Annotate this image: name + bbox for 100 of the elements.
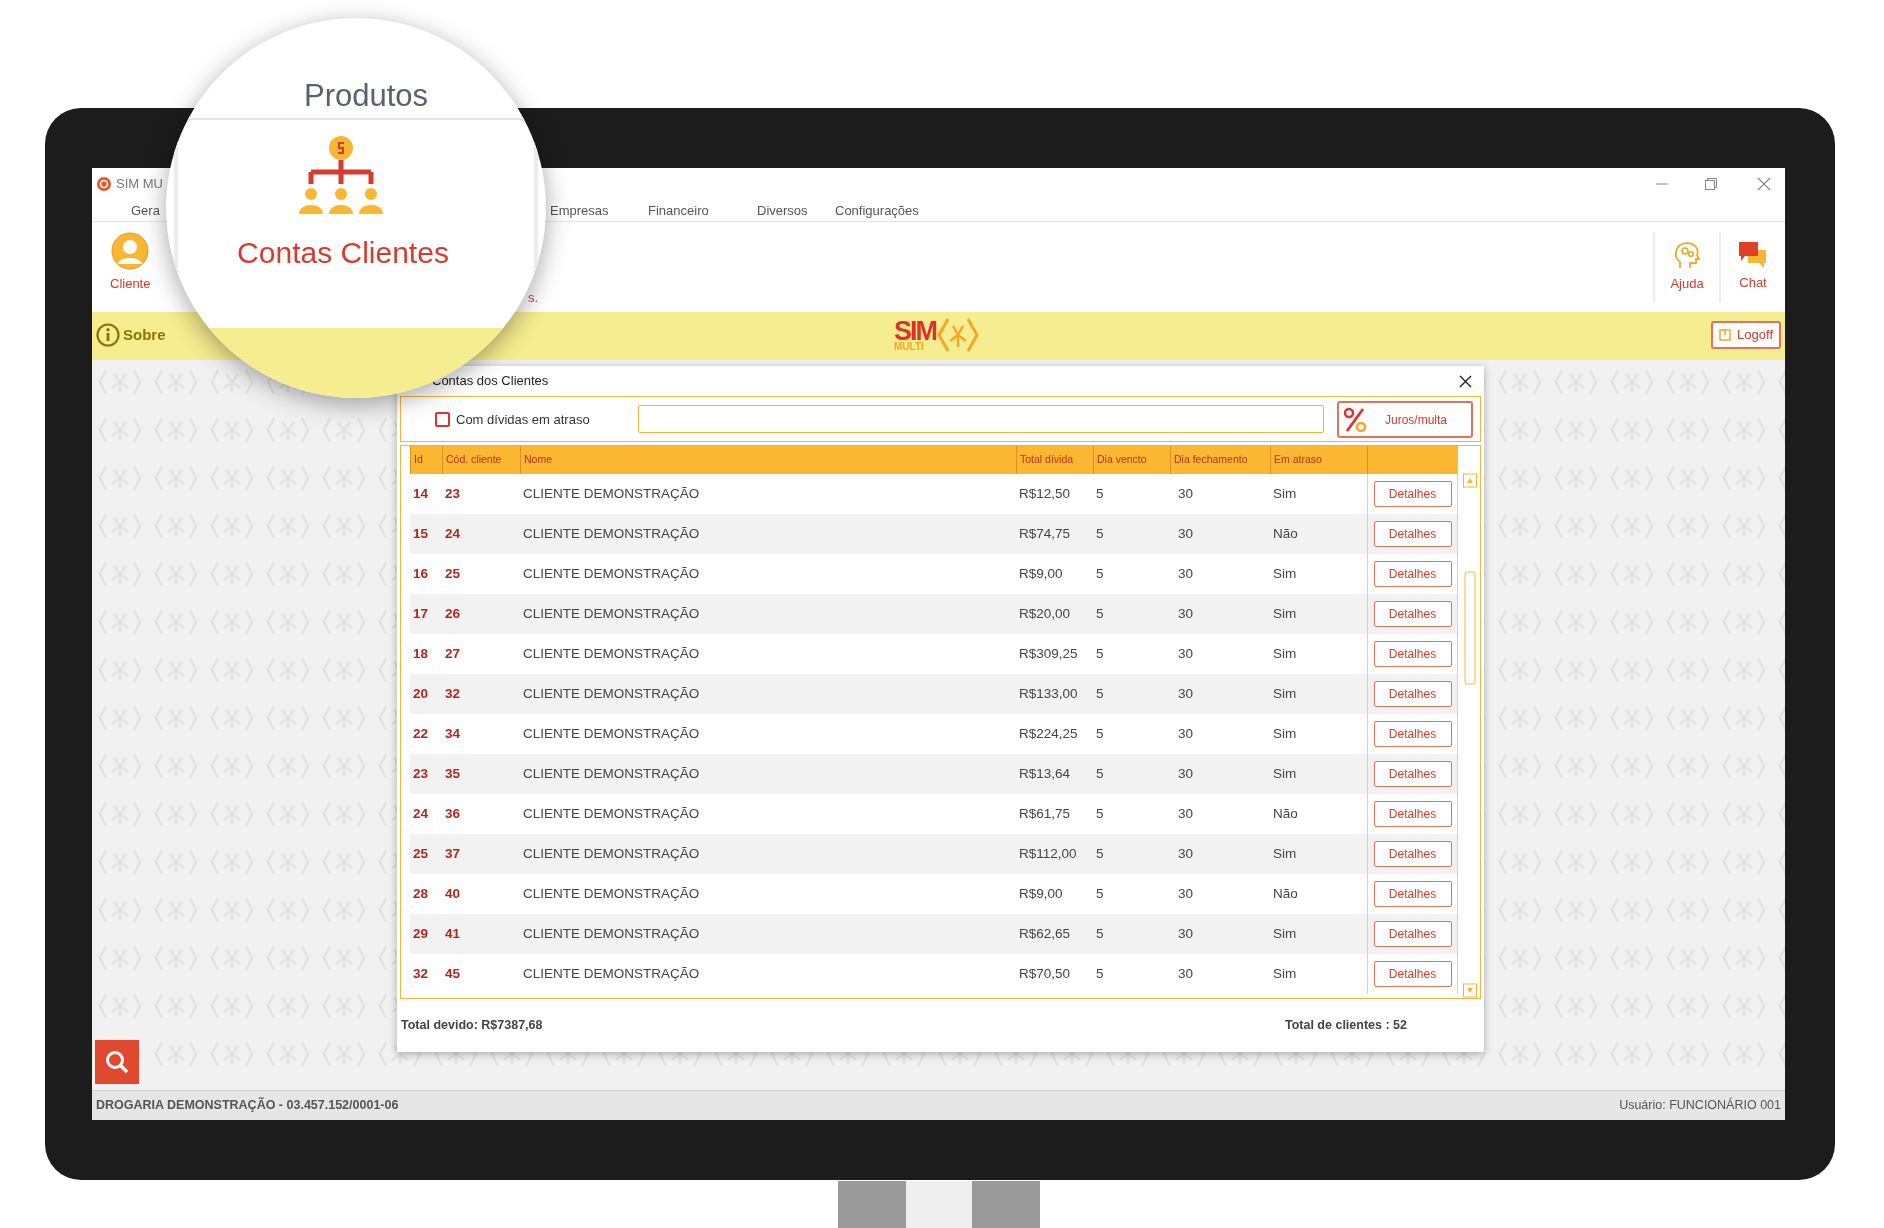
menu-item[interactable]: Financeiro (648, 200, 709, 221)
table-cell-text: 16 (412, 564, 430, 583)
table-cell-text: 20 (412, 684, 430, 703)
details-button[interactable]: Detalhes (1373, 841, 1452, 867)
table-cell-text: 5 (1095, 564, 1105, 583)
table-cell-text: CLIENTE DEMONSTRAÇÃO (522, 924, 701, 943)
menu-item[interactable]: Diversos (757, 200, 808, 221)
about-button[interactable]: Sobre (96, 323, 166, 347)
restore-icon[interactable] (1705, 178, 1717, 190)
table-cell-text: Sim (1272, 924, 1298, 943)
scrollbar[interactable] (1462, 472, 1478, 998)
details-button[interactable]: Detalhes (1373, 521, 1452, 547)
company-text: DROGARIA DEMONSTRAÇÃO - 03.457.152/0001-06 (96, 1096, 399, 1115)
details-button[interactable]: Detalhes (1373, 601, 1452, 627)
search-field[interactable] (638, 405, 1324, 433)
table-cell-text: 14 (412, 484, 430, 503)
tab-label[interactable]: Produtos (166, 76, 546, 116)
details-button[interactable]: Detalhes (1373, 641, 1452, 667)
table-cell-text: 36 (444, 804, 462, 823)
table-cell-text: 29 (412, 924, 430, 943)
table-cell-text: 5 (1095, 964, 1105, 983)
table-cell-text: CLIENTE DEMONSTRAÇÃO (522, 564, 701, 583)
table-cell-text: 30 (1177, 484, 1195, 503)
info-icon (96, 323, 120, 347)
table-cell-text: CLIENTE DEMONSTRAÇÃO (522, 724, 701, 743)
interest-button[interactable]: Juros/multa (1337, 401, 1473, 438)
client-button[interactable]: Cliente (110, 232, 151, 294)
close-icon[interactable] (1459, 374, 1472, 388)
table-cell-text: CLIENTE DEMONSTRAÇÃO (522, 484, 701, 503)
total-clients-text: Total de clientes : 52 (1284, 1017, 1407, 1035)
table-cell-text: 25 (444, 564, 462, 583)
table-cell-text: CLIENTE DEMONSTRAÇÃO (522, 964, 701, 983)
table-cell-text: CLIENTE DEMONSTRAÇÃO (522, 644, 701, 663)
menu-item[interactable]: Gera (131, 200, 160, 221)
ribbon-label: s. (528, 289, 539, 307)
table-cell-text: CLIENTE DEMONSTRAÇÃO (522, 524, 701, 543)
help-button[interactable]: Ajuda (1653, 232, 1719, 302)
user-text: Usuário: FUNCIONÁRIO 001 (1619, 1096, 1781, 1115)
menu-item[interactable]: Configurações (835, 200, 919, 221)
table-cell-text: CLIENTE DEMONSTRAÇÃO (522, 764, 701, 783)
table-cell-text: 5 (1095, 844, 1105, 863)
table-cell-text: R$309,25 (1018, 644, 1079, 663)
table-cell-text: 5 (1095, 924, 1105, 943)
table-cell-text: CLIENTE DEMONSTRAÇÃO (522, 604, 701, 623)
table-cell-text: R$9,00 (1018, 884, 1064, 903)
table-cell-text: 40 (444, 884, 462, 903)
table-cell-text: 26 (444, 604, 462, 623)
table-cell-text: 37 (444, 844, 462, 863)
menu-item[interactable]: Empresas (550, 200, 609, 221)
table-cell-text: 30 (1177, 564, 1195, 583)
power-icon (1719, 329, 1732, 341)
table-cell-text: 30 (1177, 924, 1195, 943)
table-cell-text: 30 (1177, 724, 1195, 743)
details-button[interactable]: Detalhes (1373, 961, 1452, 987)
accounts-button[interactable]: Contas Clientes (237, 134, 449, 275)
table-cell-text: 30 (1177, 804, 1195, 823)
details-button[interactable]: Detalhes (1373, 721, 1452, 747)
table-cell-text: 27 (444, 644, 462, 663)
table-cell-text: 5 (1095, 804, 1105, 823)
window-title: SIM MU (116, 175, 163, 194)
overdue-checkbox[interactable]: Com dívidas em atraso (435, 410, 590, 430)
table-cell-text: 30 (1177, 604, 1195, 623)
table-cell-text: 41 (444, 924, 462, 943)
details-button[interactable]: Detalhes (1373, 561, 1452, 587)
details-button[interactable]: Detalhes (1373, 801, 1452, 827)
table-cell-text: 30 (1177, 884, 1195, 903)
percent-icon (1343, 406, 1367, 433)
table-cell-text: 30 (1177, 684, 1195, 703)
table-cell-text: 24 (412, 804, 430, 823)
head-gears-icon (1674, 240, 1700, 271)
table-cell-text: R$13,64 (1018, 764, 1072, 783)
table-cell-text: 28 (412, 884, 430, 903)
table-cell-text: 45 (444, 964, 462, 983)
logoff-button[interactable]: Logoff (1711, 321, 1781, 349)
app-icon (96, 176, 112, 192)
table-cell-text: 22 (412, 724, 430, 743)
table-cell-text: 5 (1095, 684, 1105, 703)
details-button[interactable]: Detalhes (1373, 481, 1452, 507)
table-cell-text: Sim (1272, 684, 1298, 703)
table-cell-text: R$62,65 (1018, 924, 1072, 943)
table-cell-text: Sim (1272, 844, 1298, 863)
table-cell-text: CLIENTE DEMONSTRAÇÃO (522, 684, 701, 703)
details-button[interactable]: Detalhes (1373, 681, 1452, 707)
table-cell-text: R$224,25 (1018, 724, 1079, 743)
chat-button[interactable]: Chat (1719, 232, 1785, 302)
table-cell-text: 5 (1095, 484, 1105, 503)
details-button[interactable]: Detalhes (1373, 921, 1452, 947)
search-button[interactable] (95, 1040, 139, 1084)
table-cell-text: 30 (1177, 844, 1195, 863)
table-cell-text: 34 (444, 724, 462, 743)
table-cell-text: 25 (412, 844, 430, 863)
table-cell-text: 5 (1095, 644, 1105, 663)
table-cell-text: Não (1272, 804, 1299, 823)
table-cell-text: Não (1272, 524, 1299, 543)
table-cell-text: CLIENTE DEMONSTRAÇÃO (522, 844, 701, 863)
details-button[interactable]: Detalhes (1373, 761, 1452, 787)
details-button[interactable]: Detalhes (1373, 881, 1452, 907)
table-cell-text: 5 (1095, 724, 1105, 743)
table-cell-text: R$70,50 (1018, 964, 1072, 983)
table-cell-text: 30 (1177, 644, 1195, 663)
